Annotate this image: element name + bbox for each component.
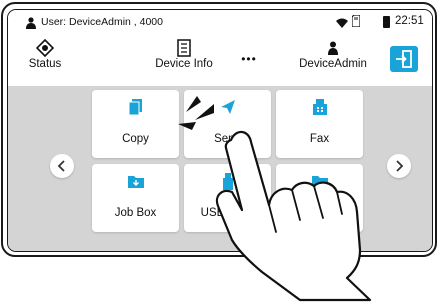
nav-status-label: Status — [28, 58, 62, 70]
logout-button[interactable] — [390, 46, 418, 72]
sd-card-icon — [352, 15, 360, 27]
fax-tile[interactable]: Fax — [276, 90, 363, 158]
more-icon: ••• — [241, 52, 257, 66]
job-box-label: Job Box — [114, 207, 157, 219]
folder-icon — [311, 176, 328, 188]
status-bar: User: DeviceAdmin , 4000 22:51 — [8, 10, 432, 36]
clock: 22:51 — [395, 15, 424, 27]
battery-icon — [383, 16, 390, 28]
nav-device-info-label: Device Info — [155, 58, 213, 70]
logout-icon — [396, 50, 412, 68]
nav-admin-label: DeviceAdmin — [299, 58, 367, 70]
copy-label: Copy — [122, 133, 149, 145]
chevron-left-icon — [57, 160, 65, 172]
send-label: Send — [214, 133, 241, 145]
user-icon — [26, 17, 36, 29]
nav-bar: Status Device Info ••• DeviceAdmin — [8, 36, 432, 86]
fax-label: Fax — [309, 133, 330, 145]
nav-more[interactable]: ••• — [234, 36, 264, 86]
usb-drive-tile[interactable]: USB Drive — [184, 164, 271, 232]
nav-device-info[interactable]: Device Info — [144, 36, 224, 86]
touch-screen: User: DeviceAdmin , 4000 22:51 Status De… — [7, 9, 433, 252]
admin-user-icon — [328, 41, 338, 55]
job-box-tile[interactable]: Job Box — [92, 164, 179, 232]
copy-icon — [128, 99, 142, 116]
chevron-right-icon — [396, 160, 404, 172]
copy-tile[interactable]: Copy — [92, 90, 179, 158]
status-icon — [36, 39, 54, 57]
addresses-tile[interactable]: s — [276, 164, 363, 232]
usb-drive-icon — [222, 173, 233, 190]
addresses-label: s — [349, 207, 355, 219]
app-grid: Copy Send Fax Job Box USB Drive s — [8, 86, 432, 251]
prev-page-button[interactable] — [50, 154, 74, 178]
nav-admin[interactable]: DeviceAdmin — [296, 36, 370, 86]
wifi-icon — [336, 18, 348, 28]
send-tile[interactable]: Send — [184, 90, 271, 158]
device-info-icon — [177, 39, 191, 57]
job-box-icon — [127, 176, 144, 188]
send-icon — [220, 100, 235, 114]
nav-status[interactable]: Status — [20, 36, 70, 86]
user-label: User: DeviceAdmin , 4000 — [41, 16, 163, 28]
fax-icon — [312, 99, 327, 115]
next-page-button[interactable] — [387, 154, 411, 178]
usb-drive-label: USB Drive — [200, 207, 255, 219]
